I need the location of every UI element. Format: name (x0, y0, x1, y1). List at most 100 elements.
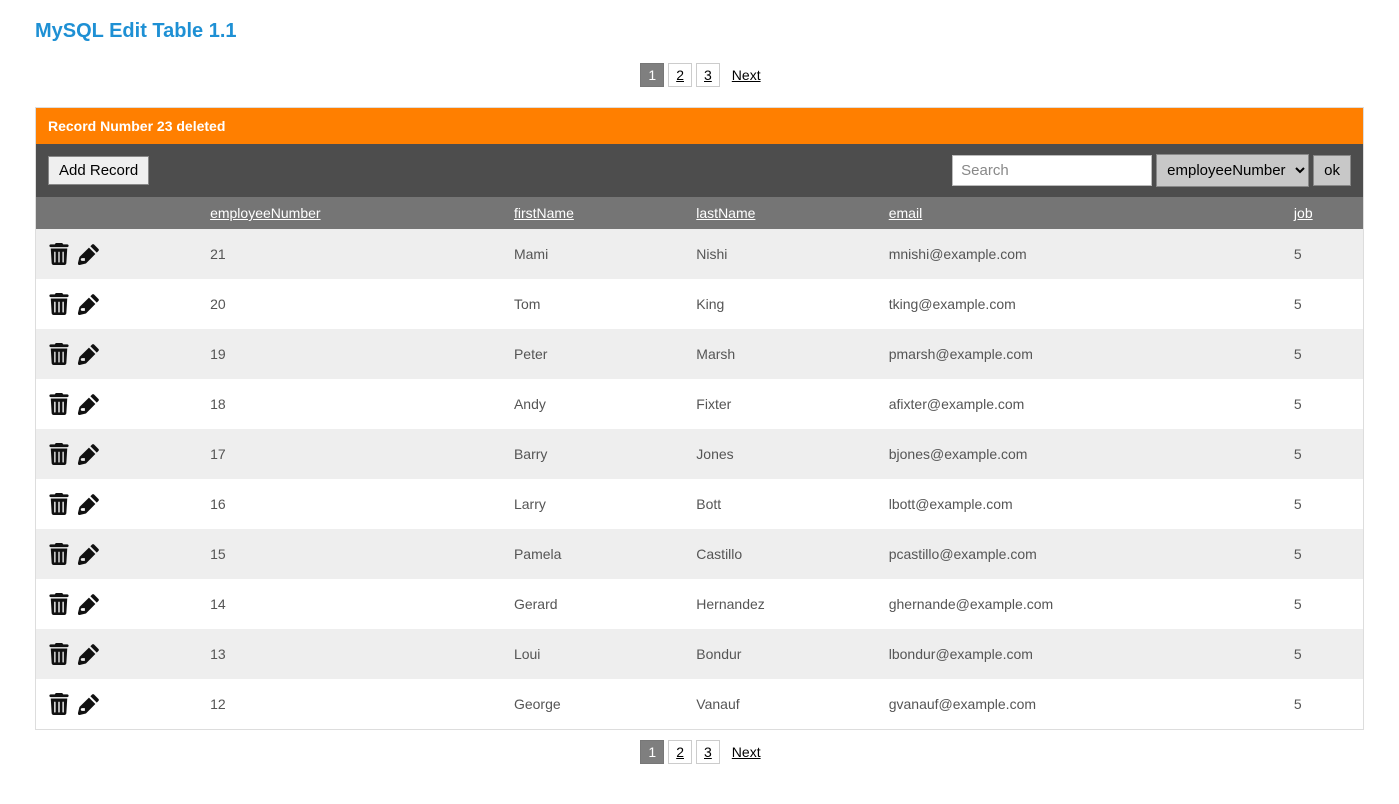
cell-employeeNumber: 16 (198, 479, 502, 529)
edit-icon[interactable] (78, 443, 100, 465)
column-sort-job[interactable]: job (1294, 205, 1313, 221)
search-ok-button[interactable]: ok (1313, 155, 1351, 186)
edit-icon[interactable] (78, 693, 100, 715)
cell-job: 5 (1282, 579, 1363, 629)
delete-icon[interactable] (48, 593, 70, 615)
table-row: 21MamiNishimnishi@example.com5 (36, 229, 1363, 279)
page-button-3[interactable]: 3 (696, 63, 720, 87)
cell-firstName: George (502, 679, 684, 729)
toolbar: Add Record employeeNumberfirstNamelastNa… (36, 144, 1363, 197)
cell-firstName: Barry (502, 429, 684, 479)
table-row: 20TomKingtking@example.com5 (36, 279, 1363, 329)
page-button-2[interactable]: 2 (668, 740, 692, 764)
cell-employeeNumber: 13 (198, 629, 502, 679)
cell-job: 5 (1282, 379, 1363, 429)
cell-employeeNumber: 21 (198, 229, 502, 279)
pagination-bottom: 123 Next (35, 740, 1364, 764)
cell-firstName: Andy (502, 379, 684, 429)
delete-icon[interactable] (48, 693, 70, 715)
cell-email: ghernande@example.com (877, 579, 1282, 629)
cell-lastName: King (684, 279, 876, 329)
column-sort-lastName[interactable]: lastName (696, 205, 755, 221)
cell-employeeNumber: 20 (198, 279, 502, 329)
search-input[interactable] (952, 155, 1152, 186)
edit-icon[interactable] (78, 493, 100, 515)
cell-lastName: Castillo (684, 529, 876, 579)
pagination-top: 123 Next (35, 63, 1364, 87)
search-column-select[interactable]: employeeNumberfirstNamelastNameemailjob (1156, 154, 1309, 187)
table-container: Record Number 23 deleted Add Record empl… (35, 107, 1364, 730)
edit-icon[interactable] (78, 643, 100, 665)
cell-email: gvanauf@example.com (877, 679, 1282, 729)
column-header-actions (36, 197, 198, 229)
cell-email: bjones@example.com (877, 429, 1282, 479)
column-sort-firstName[interactable]: firstName (514, 205, 574, 221)
page-next-button[interactable]: Next (732, 67, 761, 83)
cell-job: 5 (1282, 279, 1363, 329)
cell-job: 5 (1282, 429, 1363, 479)
cell-firstName: Peter (502, 329, 684, 379)
delete-icon[interactable] (48, 543, 70, 565)
cell-email: tking@example.com (877, 279, 1282, 329)
cell-lastName: Bott (684, 479, 876, 529)
cell-employeeNumber: 14 (198, 579, 502, 629)
cell-lastName: Vanauf (684, 679, 876, 729)
table-row: 14GerardHernandezghernande@example.com5 (36, 579, 1363, 629)
cell-lastName: Jones (684, 429, 876, 479)
cell-firstName: Larry (502, 479, 684, 529)
data-table: employeeNumber firstName lastName email … (36, 197, 1363, 729)
cell-job: 5 (1282, 529, 1363, 579)
cell-job: 5 (1282, 629, 1363, 679)
page-button-1: 1 (640, 740, 664, 764)
table-row: 15PamelaCastillopcastillo@example.com5 (36, 529, 1363, 579)
delete-icon[interactable] (48, 343, 70, 365)
cell-job: 5 (1282, 229, 1363, 279)
page-button-1: 1 (640, 63, 664, 87)
table-row: 18AndyFixterafixter@example.com5 (36, 379, 1363, 429)
cell-firstName: Pamela (502, 529, 684, 579)
edit-icon[interactable] (78, 243, 100, 265)
cell-firstName: Mami (502, 229, 684, 279)
page-next-button[interactable]: Next (732, 744, 761, 760)
cell-lastName: Nishi (684, 229, 876, 279)
cell-lastName: Bondur (684, 629, 876, 679)
cell-email: pmarsh@example.com (877, 329, 1282, 379)
page-title: MySQL Edit Table 1.1 (35, 20, 1364, 43)
column-sort-email[interactable]: email (889, 205, 922, 221)
cell-lastName: Hernandez (684, 579, 876, 629)
page-button-2[interactable]: 2 (668, 63, 692, 87)
cell-email: lbondur@example.com (877, 629, 1282, 679)
cell-job: 5 (1282, 479, 1363, 529)
cell-firstName: Tom (502, 279, 684, 329)
table-row: 12GeorgeVanaufgvanauf@example.com5 (36, 679, 1363, 729)
cell-employeeNumber: 12 (198, 679, 502, 729)
table-row: 19PeterMarshpmarsh@example.com5 (36, 329, 1363, 379)
table-row: 17BarryJonesbjones@example.com5 (36, 429, 1363, 479)
delete-icon[interactable] (48, 393, 70, 415)
delete-icon[interactable] (48, 493, 70, 515)
cell-email: afixter@example.com (877, 379, 1282, 429)
cell-job: 5 (1282, 329, 1363, 379)
delete-icon[interactable] (48, 243, 70, 265)
delete-icon[interactable] (48, 443, 70, 465)
page-button-3[interactable]: 3 (696, 740, 720, 764)
cell-employeeNumber: 18 (198, 379, 502, 429)
delete-icon[interactable] (48, 643, 70, 665)
cell-job: 5 (1282, 679, 1363, 729)
table-row: 16LarryBottlbott@example.com5 (36, 479, 1363, 529)
cell-firstName: Gerard (502, 579, 684, 629)
cell-lastName: Fixter (684, 379, 876, 429)
delete-icon[interactable] (48, 293, 70, 315)
cell-email: mnishi@example.com (877, 229, 1282, 279)
table-row: 13LouiBondurlbondur@example.com5 (36, 629, 1363, 679)
add-record-button[interactable]: Add Record (48, 156, 149, 185)
column-sort-employeeNumber[interactable]: employeeNumber (210, 205, 321, 221)
edit-icon[interactable] (78, 343, 100, 365)
edit-icon[interactable] (78, 593, 100, 615)
cell-lastName: Marsh (684, 329, 876, 379)
status-message: Record Number 23 deleted (36, 108, 1363, 144)
edit-icon[interactable] (78, 393, 100, 415)
cell-firstName: Loui (502, 629, 684, 679)
edit-icon[interactable] (78, 543, 100, 565)
edit-icon[interactable] (78, 293, 100, 315)
